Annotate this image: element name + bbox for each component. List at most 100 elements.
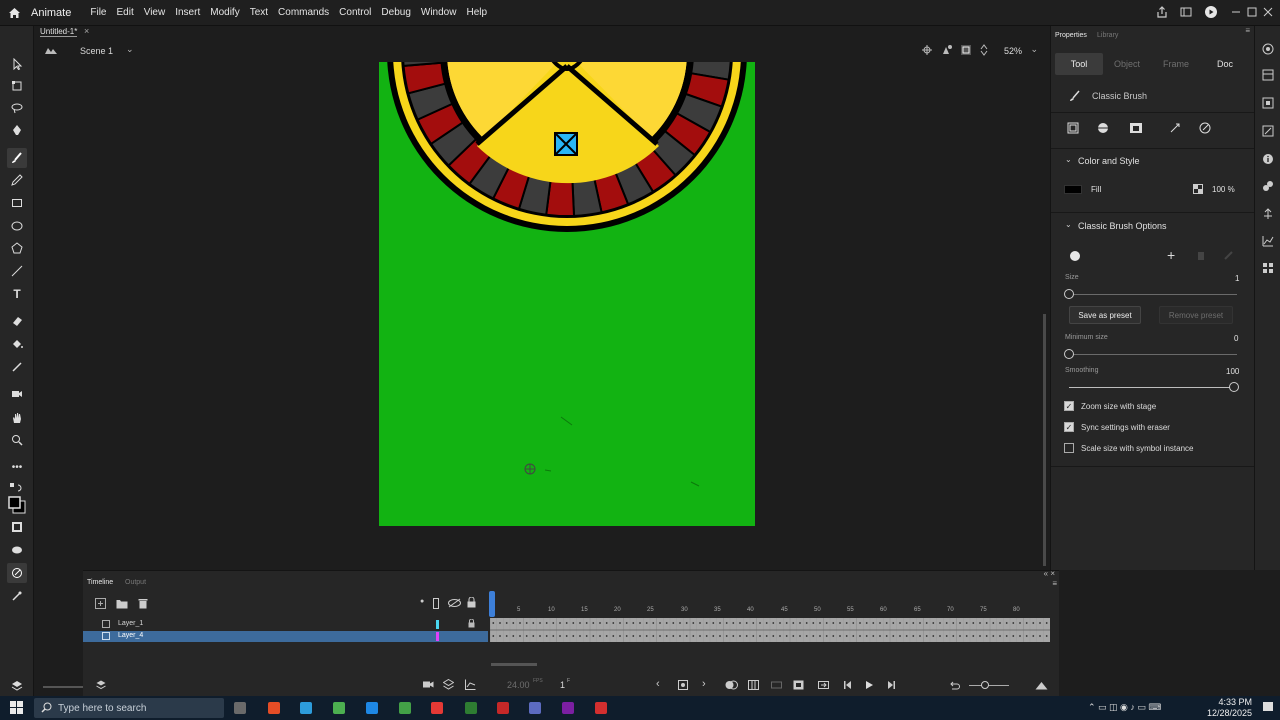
taskbar-app-icon[interactable] xyxy=(595,702,607,714)
info-panel-icon[interactable] xyxy=(1261,152,1275,166)
transform-panel-icon[interactable] xyxy=(1261,124,1275,138)
tilt-icon[interactable] xyxy=(7,586,27,606)
classic-brush-tool-icon[interactable] xyxy=(7,148,27,168)
menu-insert[interactable]: Insert xyxy=(170,7,205,18)
brush-shape-icon[interactable] xyxy=(7,540,27,560)
vertical-scrollbar[interactable] xyxy=(1042,62,1050,570)
brush-options-header[interactable]: Classic Brush Options xyxy=(1078,221,1167,231)
panel-collapse-icon[interactable]: « × xyxy=(1044,569,1055,578)
taskbar-app-icon[interactable] xyxy=(268,702,280,714)
taskbar-app-icon[interactable] xyxy=(529,702,541,714)
taskbar-app-icon[interactable] xyxy=(333,702,345,714)
timeline-zoom-slider[interactable] xyxy=(969,685,1009,686)
home-icon[interactable] xyxy=(2,1,26,25)
taskbar-app-icon[interactable] xyxy=(366,702,378,714)
frame-grid[interactable] xyxy=(489,618,1050,642)
minimum-size-slider[interactable] xyxy=(1069,354,1237,355)
oval-tool-icon[interactable] xyxy=(7,216,27,236)
size-value[interactable]: 1 xyxy=(1235,274,1239,283)
zoom-level[interactable]: 52% xyxy=(1004,46,1022,56)
smoothing-option-icon[interactable] xyxy=(1169,122,1181,137)
delete-layer-icon[interactable] xyxy=(138,598,148,612)
timeline-menu-icon[interactable]: ≡ xyxy=(1052,579,1057,588)
lock-icon[interactable] xyxy=(468,618,475,630)
taskbar-app-icon[interactable] xyxy=(431,702,443,714)
new-folder-icon[interactable] xyxy=(116,598,128,612)
menu-commands[interactable]: Commands xyxy=(273,7,334,18)
new-layer-icon[interactable] xyxy=(95,598,106,612)
current-frame-value[interactable]: 1 xyxy=(560,680,565,690)
menu-control[interactable]: Control xyxy=(334,7,376,18)
menu-text[interactable]: Text xyxy=(245,7,273,18)
menu-view[interactable]: View xyxy=(139,7,171,18)
align-panel-icon[interactable] xyxy=(1261,96,1275,110)
rectangle-tool-icon[interactable] xyxy=(7,193,27,213)
test-movie-icon[interactable] xyxy=(1204,5,1218,22)
edit-multiple-frames-icon[interactable] xyxy=(748,680,759,693)
zoom-size-checkbox[interactable]: ✓ xyxy=(1064,401,1074,411)
text-tool-icon[interactable]: T xyxy=(7,284,27,304)
clip-stage-icon[interactable] xyxy=(960,44,972,59)
more-tools-icon[interactable]: ••• xyxy=(7,457,27,477)
paint-bucket-tool-icon[interactable] xyxy=(7,334,27,354)
lock-all-icon[interactable] xyxy=(467,596,476,611)
timeline-expand-icon[interactable] xyxy=(1035,680,1048,693)
minimum-size-slider-knob[interactable] xyxy=(1064,349,1074,359)
color-style-header[interactable]: Color and Style xyxy=(1078,156,1140,166)
eraser-tool-icon[interactable] xyxy=(7,311,27,331)
zoom-tool-icon[interactable] xyxy=(7,430,27,450)
play-icon[interactable] xyxy=(864,680,874,693)
minimum-size-value[interactable]: 0 xyxy=(1234,334,1238,343)
previous-keyframe-icon[interactable]: ‹ xyxy=(656,678,660,690)
show-hide-icon[interactable] xyxy=(448,598,461,611)
tab-properties[interactable]: Properties xyxy=(1055,32,1087,39)
fps-value[interactable]: 24.00 xyxy=(507,680,530,690)
menu-window[interactable]: Window xyxy=(416,7,462,18)
menu-help[interactable]: Help xyxy=(461,7,492,18)
step-back-icon[interactable] xyxy=(843,680,853,693)
tab-output[interactable]: Output xyxy=(125,579,146,586)
outline-toggle-icon[interactable] xyxy=(433,598,439,612)
tab-library[interactable]: Library xyxy=(1097,32,1118,39)
scene-icon[interactable] xyxy=(44,45,58,58)
frame-ruler[interactable]: 5 10 15 20 25 30 35 40 45 50 55 60 65 70… xyxy=(490,595,1050,617)
taskbar-app-icon[interactable] xyxy=(399,702,411,714)
loop-icon[interactable] xyxy=(771,680,782,693)
chevron-down-icon[interactable]: ⌄ xyxy=(126,44,134,55)
zoom-stepper-icon[interactable] xyxy=(980,44,988,59)
chevron-down-icon[interactable]: ⌄ xyxy=(1065,220,1072,229)
lasso-tool-icon[interactable] xyxy=(7,98,27,118)
pencil-tool-icon[interactable] xyxy=(7,170,27,190)
subtab-tool[interactable]: Tool xyxy=(1055,53,1103,75)
layer-color-marker[interactable] xyxy=(436,632,439,641)
object-drawing-icon[interactable] xyxy=(1067,122,1079,137)
brush-preset-icon[interactable] xyxy=(1068,249,1082,266)
taskbar-app-icon[interactable] xyxy=(465,702,477,714)
onion-skin-icon[interactable] xyxy=(725,680,738,693)
size-slider[interactable] xyxy=(1069,294,1237,295)
sync-eraser-checkbox[interactable]: ✓ xyxy=(1064,422,1074,432)
taskbar-app-icon[interactable] xyxy=(562,702,574,714)
paint-mode-icon[interactable] xyxy=(1129,122,1143,137)
stage[interactable] xyxy=(379,62,755,526)
pressure-icon[interactable] xyxy=(7,563,27,583)
smoothing-slider-knob[interactable] xyxy=(1229,382,1239,392)
layer-color-marker[interactable] xyxy=(436,620,439,629)
layer-row-selected[interactable]: Layer_4 xyxy=(83,631,488,642)
close-tab-icon[interactable]: × xyxy=(84,26,89,36)
window-controls-icon[interactable] xyxy=(1230,6,1274,21)
zoom-dropdown-icon[interactable]: ⌄ xyxy=(1030,44,1038,55)
workspace-icon[interactable] xyxy=(1180,6,1192,21)
center-stage-icon[interactable] xyxy=(922,45,932,58)
loop-playback-icon[interactable] xyxy=(818,680,829,693)
menu-debug[interactable]: Debug xyxy=(376,7,415,18)
task-view-icon[interactable] xyxy=(234,702,246,714)
brush-mode-icon[interactable] xyxy=(7,517,27,537)
eyedropper-tool-icon[interactable] xyxy=(7,357,27,377)
layer-depth-icon[interactable] xyxy=(442,678,455,693)
scene-label[interactable]: Scene 1 xyxy=(80,46,113,56)
notification-icon[interactable] xyxy=(1262,701,1274,716)
motion-editor-icon[interactable] xyxy=(1261,234,1275,248)
step-forward-icon[interactable] xyxy=(886,680,896,693)
graph-icon[interactable] xyxy=(465,679,476,693)
